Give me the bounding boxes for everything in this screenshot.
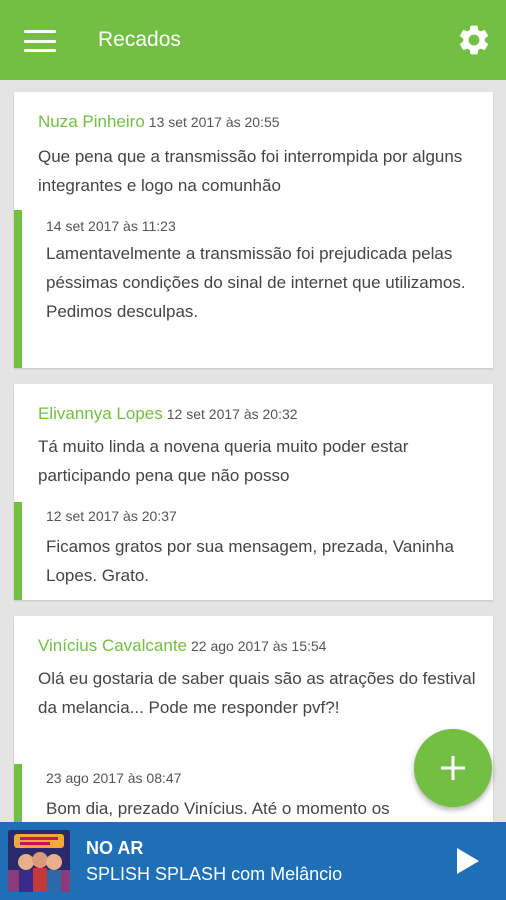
message-text: Olá eu gostaria de saber quais são as at…	[38, 669, 476, 717]
page-title: Recados	[98, 28, 181, 51]
now-playing-bar[interactable]: NO AR SPLISH SPLASH com Melâncio	[0, 822, 506, 900]
message-date: 12 set 2017 às 20:32	[166, 406, 298, 422]
message-date: 22 ago 2017 às 15:54	[191, 638, 327, 654]
reply-text: Bom dia, prezado Vinícius. Até o momento…	[46, 799, 390, 818]
reply-date: 23 ago 2017 às 08:47	[46, 770, 182, 786]
reply-block: 12 set 2017 às 20:37 Ficamos gratos por …	[14, 502, 493, 600]
message-header: Vinícius Cavalcante 22 ago 2017 às 15:54	[38, 636, 326, 656]
app-bar: Recados	[0, 0, 506, 80]
message-header: Elivannya Lopes 12 set 2017 às 20:32	[38, 404, 298, 424]
plus-icon	[441, 756, 465, 780]
message-author: Elivannya Lopes	[38, 404, 163, 423]
add-message-button[interactable]	[414, 729, 492, 807]
on-air-label: NO AR	[86, 838, 144, 858]
message-text: Que pena que a transmissão foi interromp…	[38, 147, 463, 195]
message-card[interactable]: Elivannya Lopes 12 set 2017 às 20:32 Tá m…	[14, 384, 493, 600]
track-title: SPLISH SPLASH com Melâncio	[86, 864, 343, 884]
reply-text: Ficamos gratos por sua mensagem, prezada…	[46, 537, 454, 585]
message-date: 13 set 2017 às 20:55	[148, 114, 280, 130]
album-cover-image	[8, 830, 70, 892]
hamburger-menu-icon[interactable]	[24, 30, 56, 52]
reply-block: 14 set 2017 às 11:23 Lamentavelmente a t…	[14, 210, 493, 368]
message-author: Nuza Pinheiro	[38, 112, 145, 131]
message-text: Tá muito linda a novena queria muito pod…	[38, 437, 409, 485]
message-card[interactable]: Nuza Pinheiro 13 set 2017 às 20:55 Que pe…	[14, 92, 493, 368]
messages-list[interactable]: Nuza Pinheiro 13 set 2017 às 20:55 Que pe…	[0, 80, 506, 822]
gear-icon[interactable]	[456, 22, 492, 58]
reply-date: 12 set 2017 às 20:37	[46, 508, 177, 524]
play-icon[interactable]	[452, 846, 482, 876]
message-header: Nuza Pinheiro 13 set 2017 às 20:55	[38, 112, 280, 132]
message-author: Vinícius Cavalcante	[38, 636, 187, 655]
reply-text: Lamentavelmente a transmissão foi prejud…	[46, 244, 466, 321]
reply-date: 14 set 2017 às 11:23	[46, 218, 176, 234]
